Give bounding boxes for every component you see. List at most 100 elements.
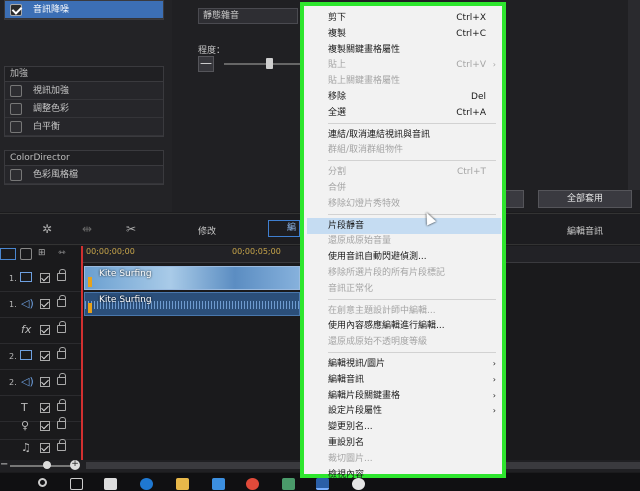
track-enable-checkbox[interactable] [40,377,50,387]
track-enable-checkbox[interactable] [40,351,50,361]
menu-item-label: 片段靜音 [328,220,365,231]
submenu-arrow-icon: › [492,60,496,70]
tab-edit[interactable]: 編輯 [268,220,300,237]
menu-item[interactable]: 編輯片段關鍵畫格 › [328,388,500,404]
menu-item: 移除所選片段的所有片段標記 [328,265,500,281]
menu-item-shortcut: Ctrl+A [456,107,486,118]
effect-row-adjust-color[interactable]: 調整色彩 [5,100,163,118]
checkbox-icon[interactable] [10,169,22,181]
track-enable-checkbox[interactable] [40,421,50,431]
audio-clip[interactable]: Kite Surfing [84,292,300,316]
menu-item[interactable]: 複製 Ctrl+C [328,26,500,42]
menu-item[interactable]: 使用內容感應編輯進行編輯... [328,318,500,334]
checkbox-icon[interactable] [10,103,22,115]
chrome-icon[interactable] [246,478,259,490]
app-icon[interactable] [104,478,117,490]
playhead[interactable] [81,246,83,460]
menu-item[interactable]: 剪下 Ctrl+X [328,10,500,26]
scissors-icon[interactable]: ✂ [126,222,136,236]
edit-audio-button[interactable]: 編輯音訊 [567,224,603,237]
apply-all-button[interactable]: 全部套用 [538,190,632,208]
menu-item-label: 貼上 [328,60,347,71]
lock-icon[interactable] [57,439,66,451]
lock-icon[interactable] [57,295,66,307]
track-header-music: ♫ [0,436,82,462]
effect-row-audio-denoise[interactable]: 音訊降噪 [5,1,163,19]
degree-label: 程度： [198,46,226,56]
menu-item-label: 設定片段屬性 [328,406,383,417]
app-icon[interactable] [282,478,295,490]
track-view-icon[interactable] [0,248,16,260]
decrease-button[interactable]: — [198,56,214,72]
menu-item[interactable]: 連結/取消連結視訊與音訊 [328,127,500,143]
track-enable-checkbox[interactable] [40,273,50,283]
menu-item: 還原成原始不透明度等級 [328,334,500,350]
menu-separator [328,298,496,300]
menu-separator [328,160,496,162]
menu-item[interactable]: 重設別名 [328,435,500,451]
task-view-icon[interactable] [70,478,83,490]
split-disabled-icon: ⇹ [82,222,93,236]
menu-item[interactable]: 檢視內容 [328,467,500,483]
submenu-arrow-icon: › [492,390,496,400]
lock-icon[interactable] [57,269,66,281]
menu-item-label: 檢視內容 [328,469,365,480]
lock-icon[interactable] [57,373,66,385]
effect-row-video-enhance[interactable]: 視訊加強 [5,82,163,100]
zoom-fit-icon[interactable]: ⇿ [58,248,66,258]
folder-icon[interactable] [176,478,189,490]
track-number: 1. [9,274,17,283]
video-clip[interactable]: Kite Surfing [84,266,300,290]
menu-item[interactable]: 片段靜音 [307,217,501,234]
menu-item-label: 編輯音訊 [328,374,365,385]
modify-button[interactable]: 修改 [198,224,216,237]
settings-scrollbar[interactable] [628,0,640,190]
effect-row-white-balance[interactable]: 白平衡 [5,118,163,136]
lock-icon[interactable] [57,417,66,429]
fit-icon[interactable]: ⊞ [38,248,46,258]
effect-label: 調整色彩 [33,104,70,114]
menu-item: 移除幻燈片秀特效 [328,196,500,212]
menu-item[interactable]: 設定片段屬性 › [328,403,500,419]
track-enable-checkbox[interactable] [40,325,50,335]
browser-icon[interactable] [140,478,153,490]
menu-item-shortcut: Ctrl+V [456,60,486,71]
menu-item[interactable]: 全選 Ctrl+A [328,105,500,121]
menu-item: 在創意主題設計師中編輯... [328,303,500,319]
lock-icon[interactable] [57,399,66,411]
effect-row-color-profile[interactable]: 色彩風格檔 [5,166,163,184]
fx-icon: fx [21,323,32,336]
menu-item: 貼上關鍵畫格屬性 [328,73,500,89]
menu-item-label: 複製關鍵畫格屬性 [328,44,401,55]
magic-tool-icon[interactable]: ✲ [42,222,52,236]
store-icon[interactable] [212,478,225,490]
noise-type-select[interactable]: 靜態雜音 [198,8,298,24]
checkbox-icon[interactable] [10,121,22,133]
menu-item-label: 剪下 [328,13,347,23]
zoom-in-icon[interactable]: + [70,460,80,470]
degree-slider-thumb[interactable] [266,58,273,69]
zoom-slider-track[interactable] [10,465,72,467]
zoom-out-icon[interactable]: − [0,460,10,470]
degree-slider-track[interactable] [224,63,300,65]
lock-icon[interactable] [57,321,66,333]
checkbox-icon[interactable] [10,85,22,97]
track-enable-checkbox[interactable] [40,443,50,453]
menu-item[interactable]: 編輯視訊/圖片 › [328,356,500,372]
menu-item[interactable]: 編輯音訊 › [328,372,500,388]
track-enable-checkbox[interactable] [40,403,50,413]
menu-item[interactable]: 移除 Del [328,89,500,105]
menu-item[interactable]: 變更別名... [328,419,500,435]
menu-item[interactable]: 使用音訊自動閃避偵測... [328,249,500,265]
layout-icon[interactable] [20,248,32,260]
search-icon[interactable] [38,478,47,487]
menu-item-label: 還原成原始音量 [328,236,392,247]
menu-item[interactable]: 複製關鍵畫格屬性 [328,42,500,58]
checkbox-icon[interactable] [10,4,22,16]
zoom-slider-thumb[interactable] [43,461,51,469]
track-header-video-1: 1. [0,266,82,292]
track-header-audio-1: 1. ◁) [0,292,82,318]
track-enable-checkbox[interactable] [40,299,50,309]
video-track-icon [20,272,32,282]
lock-icon[interactable] [57,347,66,359]
